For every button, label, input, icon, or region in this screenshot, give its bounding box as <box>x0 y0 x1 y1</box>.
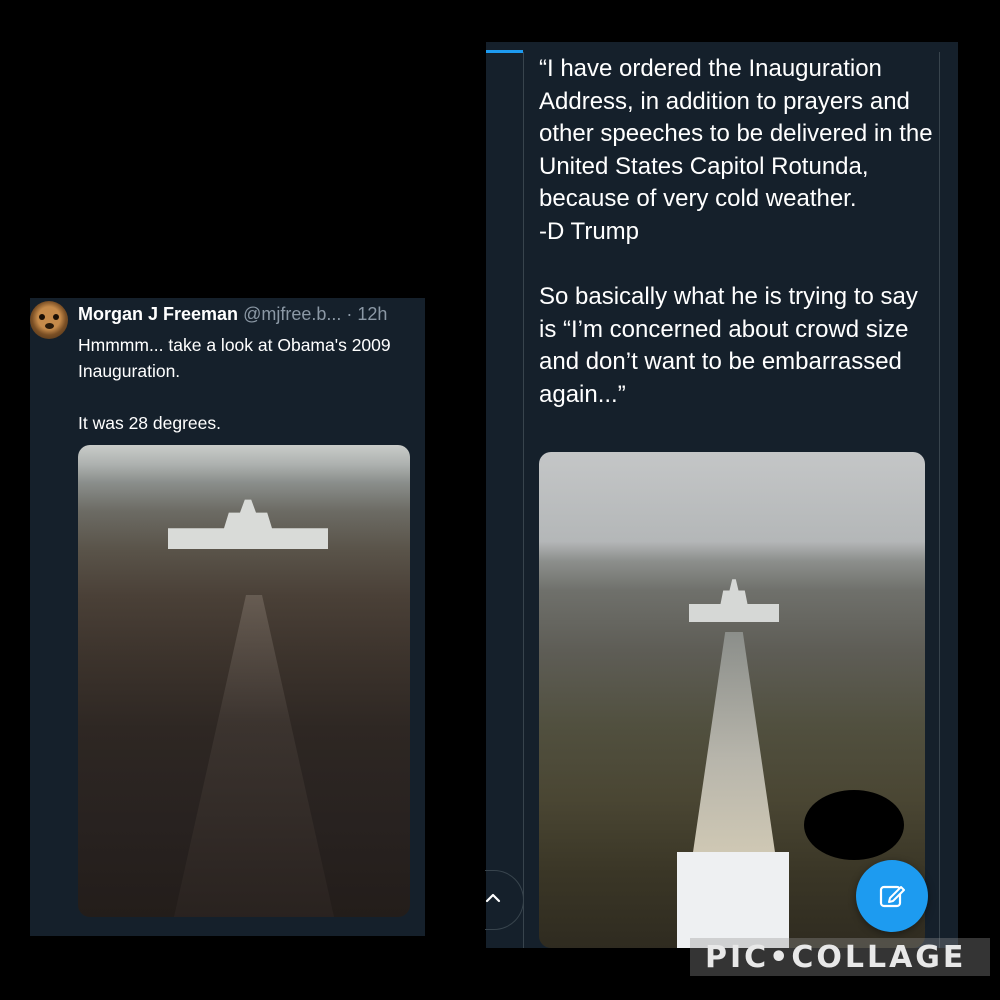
compose-icon <box>879 885 905 908</box>
tweet-timestamp[interactable]: · 12h <box>346 304 387 324</box>
capitol-building <box>689 579 779 622</box>
national-mall-crowd <box>174 595 334 917</box>
tab-indicator <box>486 50 523 53</box>
tweet-text: “I have ordered the Inauguration Address… <box>539 53 939 412</box>
panel-border <box>939 52 940 948</box>
quote-text: “I have ordered the Inauguration Address… <box>539 55 933 213</box>
chevron-up-icon <box>485 889 501 912</box>
tweet-text: Hmmmm... take a look at Obama's 2009 Ina… <box>78 332 418 436</box>
tweet-text-line: It was 28 degrees. <box>78 413 221 433</box>
tweet-text-line: Hmmmm... take a look at Obama's 2009 Ina… <box>78 335 391 381</box>
thread-divider <box>523 52 524 948</box>
redaction-blot <box>804 790 904 860</box>
compose-tweet-button[interactable] <box>856 860 928 932</box>
author-name[interactable]: Morgan J Freeman <box>78 304 238 324</box>
author-handle[interactable]: @mjfree.b... <box>243 304 341 324</box>
inauguration-2009-photo[interactable] <box>78 445 410 917</box>
pic-collage-watermark: PIC•COLLAGE <box>705 940 967 975</box>
left-tweet-panel: Morgan J Freeman @mjfree.b... · 12h Hmmm… <box>30 298 425 936</box>
white-tents <box>677 852 789 948</box>
tweet-header: Morgan J Freeman @mjfree.b... · 12h <box>78 304 387 325</box>
quote-attribution: -D Trump <box>539 217 640 245</box>
capitol-building <box>168 499 328 549</box>
avatar[interactable] <box>30 301 68 339</box>
commentary-text: So basically what he is trying to say is… <box>539 283 918 408</box>
